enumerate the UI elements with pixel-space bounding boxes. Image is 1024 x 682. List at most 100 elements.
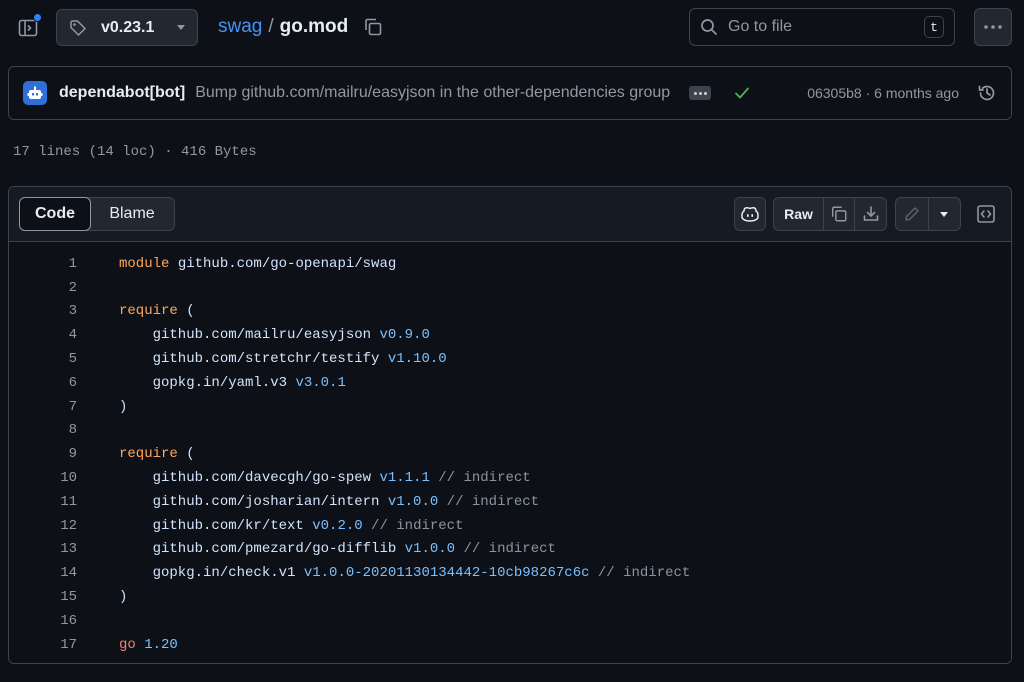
more-options-button[interactable] (974, 8, 1012, 46)
commit-author-link[interactable]: dependabot[bot] (59, 84, 185, 102)
line-number[interactable]: 11 (9, 494, 77, 510)
code-line: 2 (9, 276, 1011, 300)
copy-raw-button[interactable] (824, 198, 855, 230)
code-keyword: module (119, 255, 170, 272)
branch-selector-button[interactable]: v0.23.1 (56, 9, 198, 46)
download-icon (863, 206, 878, 221)
code-module-path (136, 637, 144, 653)
raw-button-label: Raw (784, 206, 813, 222)
copy-icon (365, 18, 382, 36)
code-line: 4 github.com/mailru/easyjson v0.9.0 (9, 323, 1011, 347)
line-number[interactable]: 6 (9, 375, 77, 391)
check-icon[interactable] (733, 84, 751, 102)
line-number[interactable]: 13 (9, 541, 77, 557)
line-number[interactable]: 15 (9, 589, 77, 605)
breadcrumb-separator: / (268, 16, 274, 37)
sidebar-expand-button[interactable] (16, 13, 42, 40)
line-content: gopkg.in/yaml.v3 v3.0.1 (119, 375, 346, 391)
code-version: v1.0.0-20201130134442-10cb98267c6c (303, 565, 590, 582)
code-line: 12 github.com/kr/text v0.2.0 // indirect (9, 514, 1011, 538)
line-content: ) (119, 589, 127, 605)
pencil-icon (905, 207, 919, 221)
line-content: github.com/mailru/easyjson v0.9.0 (119, 327, 430, 343)
code-module-path: github.com/mailru/easyjson (119, 327, 380, 344)
code-line: 16 (9, 609, 1011, 633)
breadcrumb: swag / go.mod (218, 16, 348, 38)
go-to-file-search[interactable]: Go to file t (689, 8, 955, 46)
code-module-path: gopkg.in/yaml.v3 (119, 374, 296, 391)
top-bar: v0.23.1 swag / go.mod Go to file t (0, 0, 1024, 56)
line-number[interactable]: 5 (9, 351, 77, 367)
line-number[interactable]: 12 (9, 518, 77, 534)
view-mode-segmented-control: Code Blame (19, 197, 175, 231)
code-keyword: require (119, 303, 178, 320)
code-module-path: github.com/stretchr/testify (119, 351, 388, 368)
copy-icon (831, 206, 847, 222)
code-square-icon (977, 205, 995, 223)
line-number[interactable]: 2 (9, 280, 77, 296)
raw-button[interactable]: Raw (774, 198, 824, 230)
commit-sha-link[interactable]: 06305b8 (807, 85, 862, 101)
edit-button-group (895, 197, 961, 231)
line-number[interactable]: 16 (9, 613, 77, 629)
kebab-horizontal-icon (984, 25, 1002, 29)
code-module-path: github.com/kr/text (119, 517, 313, 534)
commit-meta-separator: · (861, 85, 875, 101)
code-body: 1 module github.com/go-openapi/swag 2 3 requ… (9, 242, 1011, 657)
line-number[interactable]: 4 (9, 327, 77, 343)
line-content: github.com/pmezard/go-difflib v1.0.0 // … (119, 541, 556, 557)
code-line: 14 gopkg.in/check.v1 v1.0.0-202011301344… (9, 561, 1011, 585)
line-content: github.com/kr/text v0.2.0 // indirect (119, 517, 464, 534)
line-number[interactable]: 7 (9, 399, 77, 415)
line-number[interactable]: 17 (9, 637, 77, 653)
code-module-path: gopkg.in/check.v1 (119, 565, 304, 582)
code-comment: // indirect (438, 493, 540, 510)
edit-dropdown-button[interactable] (929, 198, 961, 230)
download-button[interactable] (855, 198, 886, 230)
line-number[interactable]: 3 (9, 303, 77, 319)
notification-dot (33, 13, 42, 22)
code-module-path: github.com/josharian/intern (119, 493, 388, 510)
history-icon[interactable] (977, 83, 997, 103)
code-version: v3.0.1 (295, 374, 346, 391)
line-number[interactable]: 1 (9, 256, 77, 272)
code-module-path: github.com/go-openapi/swag (169, 255, 397, 272)
code-line: 3 require ( (9, 300, 1011, 324)
code-version: v0.2.0 (312, 517, 363, 534)
line-content: require ( (119, 446, 195, 462)
line-number[interactable]: 9 (9, 446, 77, 462)
line-content: github.com/davecgh/go-spew v1.1.1 // ind… (119, 470, 531, 486)
line-number[interactable]: 8 (9, 422, 77, 438)
line-number[interactable]: 10 (9, 470, 77, 486)
symbols-panel-button[interactable] (970, 197, 1002, 231)
edit-file-button[interactable] (896, 198, 929, 230)
tab-code[interactable]: Code (19, 197, 91, 231)
dependabot-icon (27, 86, 43, 99)
code-comment: // indirect (589, 565, 691, 582)
tab-blame[interactable]: Blame (90, 198, 174, 230)
code-version: v1.1.1 (379, 470, 430, 487)
code-module-path: ) (119, 398, 128, 415)
code-module-path: ) (119, 589, 128, 606)
line-content: github.com/stretchr/testify v1.10.0 (119, 351, 447, 367)
code-module-path: ( (177, 446, 195, 463)
code-line: 10 github.com/davecgh/go-spew v1.1.1 // … (9, 466, 1011, 490)
copy-path-button[interactable] (363, 17, 385, 39)
line-content: github.com/josharian/intern v1.0.0 // in… (119, 493, 540, 510)
code-version: v0.9.0 (379, 327, 430, 344)
code-line: 13 github.com/pmezard/go-difflib v1.0.0 … (9, 538, 1011, 562)
copilot-button[interactable] (734, 197, 766, 231)
code-line: 1 module github.com/go-openapi/swag (9, 252, 1011, 276)
breadcrumb-repo-link[interactable]: swag (218, 16, 262, 38)
code-version: v1.10.0 (387, 351, 447, 368)
code-line: 15) (9, 585, 1011, 609)
code-keyword: go (119, 636, 136, 653)
commit-message-link[interactable]: Bump github.com/mailru/easyjson in the o… (195, 84, 671, 102)
code-keyword: require (119, 446, 178, 463)
line-content: module github.com/go-openapi/swag (119, 256, 396, 272)
line-number[interactable]: 14 (9, 565, 77, 581)
expand-commit-message-button[interactable] (689, 86, 712, 100)
avatar[interactable] (23, 81, 47, 105)
code-version: v1.0.0 (404, 541, 456, 558)
search-icon (701, 19, 717, 35)
